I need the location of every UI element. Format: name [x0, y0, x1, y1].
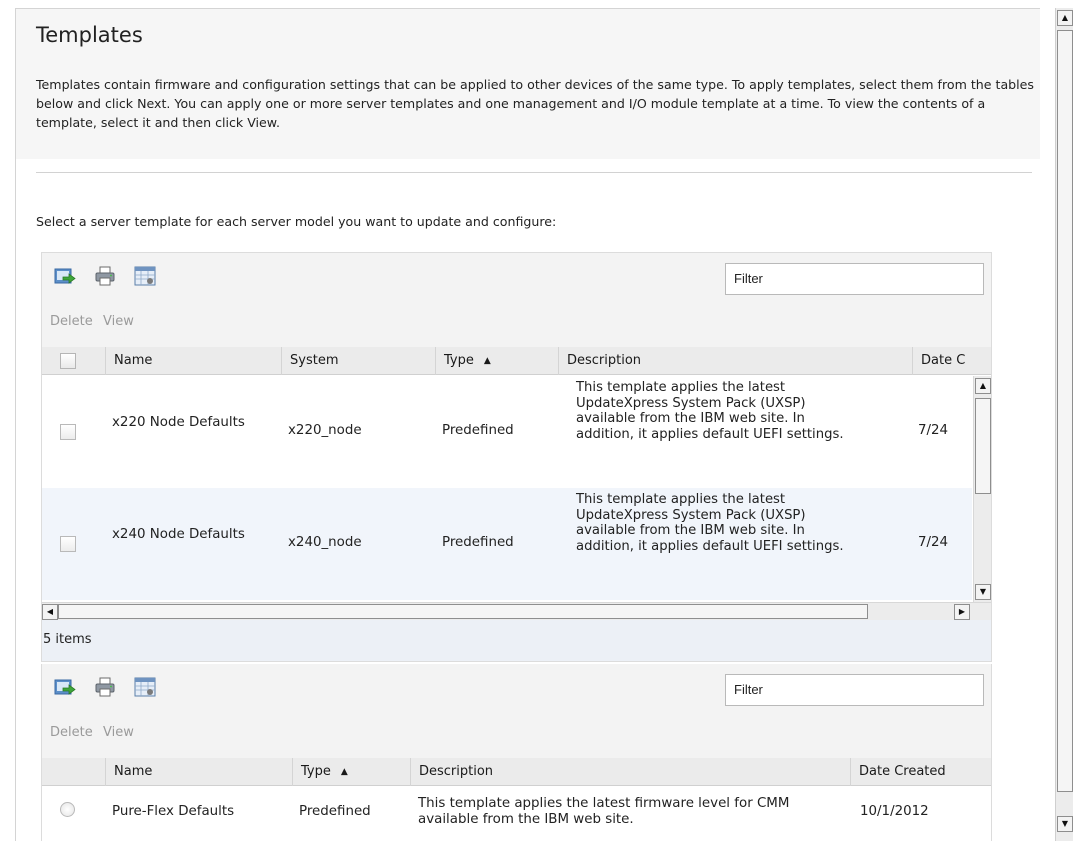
- select-all-checkbox[interactable]: [60, 353, 76, 369]
- column-type-label: Type: [444, 353, 474, 368]
- divider: [36, 172, 1032, 173]
- instruction-text: Select a server template for each server…: [36, 214, 557, 229]
- scrollbar-thumb[interactable]: [975, 398, 991, 494]
- column-description[interactable]: Description: [558, 347, 912, 375]
- template-description: This template applies the latest firmwar…: [418, 796, 790, 827]
- server-templates-table: Filter Delete View Name System Type ▲ Des…: [41, 252, 992, 662]
- table-toolbar: Filter Delete View: [42, 253, 991, 347]
- column-name[interactable]: Name: [105, 758, 292, 786]
- column-type-label: Type: [301, 764, 331, 779]
- scroll-left-arrow-icon[interactable]: ◀: [42, 604, 58, 620]
- page-intro: Templates contain firmware and configura…: [36, 77, 1034, 130]
- view-button[interactable]: View: [103, 314, 134, 329]
- view-button[interactable]: View: [103, 725, 134, 740]
- column-name[interactable]: Name: [105, 347, 281, 375]
- cmm-templates-table: Filter Delete View Name Type ▲ Descriptio…: [41, 664, 992, 841]
- template-type: Predefined: [442, 423, 514, 438]
- select-column: [42, 758, 105, 786]
- sort-ascending-icon: ▲: [483, 356, 491, 366]
- page-vertical-scrollbar[interactable]: ▲ ▼: [1055, 8, 1073, 841]
- table-horizontal-scrollbar[interactable]: ◀ ▶: [42, 602, 991, 620]
- template-date: 7/24: [918, 535, 949, 550]
- scroll-right-arrow-icon[interactable]: ▶: [954, 604, 970, 620]
- column-type[interactable]: Type ▲: [292, 758, 410, 786]
- table-body: x220 Node Defaults x220_node Predefined …: [42, 376, 972, 602]
- delete-button[interactable]: Delete: [50, 314, 93, 329]
- print-icon[interactable]: [94, 676, 116, 698]
- column-system[interactable]: System: [281, 347, 435, 375]
- delete-button[interactable]: Delete: [50, 725, 93, 740]
- template-system: x220_node: [288, 423, 362, 438]
- row-checkbox[interactable]: [60, 536, 76, 552]
- sort-ascending-icon: ▲: [340, 767, 348, 777]
- table-settings-icon[interactable]: [134, 265, 156, 287]
- export-icon[interactable]: [54, 676, 76, 698]
- templates-page: Templates Templates contain firmware and…: [15, 8, 1040, 841]
- template-description: This template applies the latest UpdateX…: [576, 492, 844, 555]
- table-row[interactable]: x220 Node Defaults x220_node Predefined …: [42, 376, 972, 488]
- table-header: Name Type ▲ Description Date Created: [42, 758, 991, 786]
- template-name: Pure-Flex Defaults: [112, 804, 235, 819]
- filter-input[interactable]: Filter: [725, 263, 984, 295]
- table-settings-icon[interactable]: [134, 676, 156, 698]
- column-date-created[interactable]: Date Created: [850, 758, 991, 786]
- scroll-up-arrow-icon[interactable]: ▲: [1057, 10, 1073, 26]
- template-name: x220 Node Defaults: [112, 415, 245, 430]
- template-type: Predefined: [299, 804, 371, 819]
- scroll-down-arrow-icon[interactable]: ▼: [1057, 816, 1073, 832]
- column-date-created[interactable]: Date C: [912, 347, 991, 375]
- row-checkbox[interactable]: [60, 424, 76, 440]
- print-icon[interactable]: [94, 265, 116, 287]
- template-type: Predefined: [442, 535, 514, 550]
- scrollbar-thumb[interactable]: [1057, 30, 1073, 792]
- template-date: 7/24: [918, 423, 949, 438]
- table-header: Name System Type ▲ Description Date C: [42, 347, 991, 375]
- template-date: 10/1/2012: [860, 804, 929, 819]
- template-system: x240_node: [288, 535, 362, 550]
- item-count: 5 items: [42, 620, 991, 661]
- template-name: x240 Node Defaults: [112, 527, 245, 542]
- page-header: Templates Templates contain firmware and…: [16, 9, 1040, 159]
- scroll-up-arrow-icon[interactable]: ▲: [975, 378, 991, 394]
- page-title: Templates: [36, 23, 143, 47]
- column-type[interactable]: Type ▲: [435, 347, 558, 375]
- table-row[interactable]: x240 Node Defaults x240_node Predefined …: [42, 488, 972, 600]
- table-toolbar: Filter Delete View: [42, 664, 991, 758]
- scroll-down-arrow-icon[interactable]: ▼: [975, 584, 991, 600]
- table-row[interactable]: Pure-Flex Defaults Predefined This templ…: [42, 787, 991, 841]
- export-icon[interactable]: [54, 265, 76, 287]
- template-description: This template applies the latest UpdateX…: [576, 380, 844, 443]
- select-all-column: [42, 347, 105, 375]
- column-description[interactable]: Description: [410, 758, 850, 786]
- scrollbar-thumb[interactable]: [58, 604, 868, 619]
- row-radio[interactable]: [60, 802, 75, 817]
- table-vertical-scrollbar[interactable]: ▲ ▼: [973, 376, 991, 602]
- filter-input[interactable]: Filter: [725, 674, 984, 706]
